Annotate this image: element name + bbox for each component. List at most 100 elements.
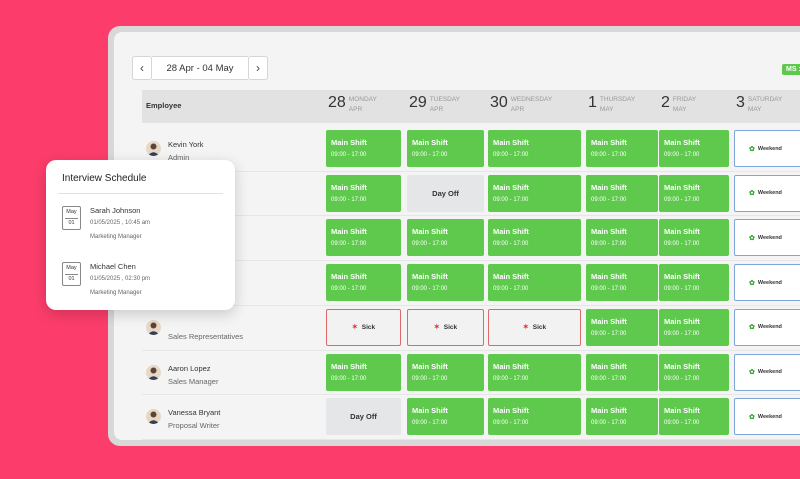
- shift-cell[interactable]: Main Shift 09:00 - 17:00: [326, 130, 401, 167]
- employee-row[interactable]: Sales Representatives: [142, 306, 332, 350]
- sick-label: Sick: [361, 323, 376, 331]
- shift-cell[interactable]: Main Shift 09:00 - 17:00: [586, 398, 658, 436]
- prev-week-button[interactable]: ‹: [132, 56, 152, 80]
- weekend-label: Weekend: [757, 369, 782, 375]
- day-name: FRIDAY: [672, 96, 697, 103]
- shift-cell[interactable]: Main Shift 09:00 - 17:00: [586, 264, 658, 302]
- shift-cell[interactable]: Main Shift 09:00 - 17:00: [659, 174, 729, 212]
- day-header-0: 28 MONDAY APR: [328, 94, 377, 115]
- shift-title: Main Shift: [331, 138, 367, 147]
- shift-time: 09:00 - 17:00: [331, 375, 367, 382]
- date-navigator: ‹ 28 Apr - 04 May ›: [132, 56, 268, 80]
- day-name: TUESDAY: [429, 96, 461, 103]
- weekend-cell[interactable]: ✿ Weekend: [734, 353, 800, 391]
- shift-title: Main Shift: [493, 272, 529, 282]
- shift-title: Main Shift: [591, 361, 627, 371]
- interview-item[interactable]: May 01 Michael Chen 01/05/2025 , 02:30 p…: [62, 262, 232, 302]
- shift-time: 09:00 - 17:00: [493, 196, 529, 203]
- interviewee-name: Sarah Johnson: [90, 206, 141, 215]
- shift-cell[interactable]: Main Shift 09:00 - 17:00: [586, 130, 658, 167]
- day-month: APR: [348, 106, 363, 113]
- shift-cell[interactable]: Main Shift 09:00 - 17:00: [488, 219, 581, 257]
- sick-cell[interactable]: ✶ Sick: [488, 308, 581, 346]
- shift-cell[interactable]: Main Shift 09:00 - 17:00: [659, 308, 729, 346]
- employee-row[interactable]: Vanessa Bryant Proposal Writer: [142, 395, 332, 439]
- shift-title: Main Shift: [664, 361, 700, 371]
- leaf-icon: ✿: [749, 324, 755, 332]
- sick-cell[interactable]: ✶ Sick: [407, 308, 484, 346]
- day-off-cell[interactable]: Day Off: [407, 174, 484, 212]
- interview-role: Marketing Manager: [90, 290, 142, 296]
- weekend-cell[interactable]: ✿ Weekend: [734, 130, 800, 167]
- shift-cell[interactable]: Main Shift 09:00 - 17:00: [659, 264, 729, 302]
- day-month: MAY: [672, 106, 687, 113]
- shift-title: Main Shift: [591, 182, 627, 192]
- day-off-cell[interactable]: Day Off: [326, 398, 401, 436]
- shift-time: 09:00 - 17:00: [412, 420, 448, 427]
- day-month: MAY: [599, 106, 614, 113]
- day-month: APR: [510, 106, 525, 113]
- shift-time: 09:00 - 17:00: [591, 241, 627, 248]
- shift-cell[interactable]: Main Shift 09:00 - 17:00: [586, 353, 658, 391]
- weekend-cell[interactable]: ✿ Weekend: [734, 398, 800, 436]
- shift-cell[interactable]: Main Shift 09:00 - 17:00: [407, 353, 484, 391]
- weekend-cell[interactable]: ✿ Weekend: [734, 308, 800, 346]
- weekend-cell[interactable]: ✿ Weekend: [734, 174, 800, 212]
- avatar: [146, 319, 161, 335]
- shift-cell[interactable]: Main Shift 09:00 - 17:00: [407, 398, 484, 436]
- shift-time: 09:00 - 17:00: [412, 375, 448, 382]
- shift-title: Main Shift: [493, 406, 529, 416]
- shift-cell[interactable]: Main Shift 09:00 - 17:00: [407, 219, 484, 257]
- shift-time: 09:00 - 17:00: [331, 196, 367, 203]
- shift-cell[interactable]: Main Shift 09:00 - 17:00: [586, 308, 658, 346]
- shift-title: Main Shift: [331, 227, 367, 237]
- shift-title: Main Shift: [664, 138, 700, 147]
- shift-title: Main Shift: [412, 138, 448, 147]
- ms-badge[interactable]: MS : M: [782, 64, 800, 75]
- shift-cell[interactable]: Main Shift 09:00 - 17:00: [659, 353, 729, 391]
- shift-cell[interactable]: Main Shift 09:00 - 17:00: [659, 130, 729, 167]
- shift-cell[interactable]: Main Shift 09:00 - 17:00: [659, 398, 729, 436]
- shift-cell[interactable]: Main Shift 09:00 - 17:00: [586, 219, 658, 257]
- shift-cell[interactable]: Main Shift 09:00 - 17:00: [488, 353, 581, 391]
- leaf-icon: ✿: [749, 234, 755, 242]
- calendar-icon: May 01: [62, 206, 81, 230]
- weekend-cell[interactable]: ✿ Weekend: [734, 264, 800, 302]
- day-name: MONDAY: [348, 96, 377, 103]
- shift-cell[interactable]: Main Shift 09:00 - 17:00: [586, 174, 658, 212]
- day-header-5: 3 SATURDAY MAY: [736, 94, 782, 115]
- shift-title: Main Shift: [412, 406, 448, 416]
- weekend-cell[interactable]: ✿ Weekend: [734, 219, 800, 257]
- weekend-label: Weekend: [757, 234, 782, 241]
- shift-cell[interactable]: Main Shift 09:00 - 17:00: [407, 130, 484, 167]
- shift-cell[interactable]: Main Shift 09:00 - 17:00: [326, 219, 401, 257]
- shift-cell[interactable]: Main Shift 09:00 - 17:00: [488, 264, 581, 302]
- shift-cell[interactable]: Main Shift 09:00 - 17:00: [659, 219, 729, 257]
- shift-time: 09:00 - 17:00: [664, 196, 700, 203]
- weekend-label: Weekend: [757, 324, 782, 331]
- shift-time: 09:00 - 17:00: [591, 196, 627, 203]
- pill-icon: ✶: [522, 324, 529, 332]
- shift-cell[interactable]: Main Shift 09:00 - 17:00: [326, 264, 401, 302]
- shift-title: Main Shift: [493, 138, 529, 147]
- shift-title: Main Shift: [664, 406, 700, 416]
- shift-cell[interactable]: Main Shift 09:00 - 17:00: [407, 264, 484, 302]
- shift-cell[interactable]: Main Shift 09:00 - 17:00: [488, 130, 581, 167]
- shift-cell[interactable]: Main Shift 09:00 - 17:00: [326, 174, 401, 212]
- interview-datetime: 01/05/2025 , 10:45 am: [90, 220, 151, 226]
- shift-cell[interactable]: Main Shift 09:00 - 17:00: [488, 174, 581, 212]
- day-name: THURSDAY: [599, 96, 636, 103]
- shift-cell[interactable]: Main Shift 09:00 - 17:00: [488, 398, 581, 436]
- pill-icon: ✶: [351, 324, 358, 332]
- shift-title: Main Shift: [331, 272, 367, 282]
- employee-role: Sales Manager: [168, 376, 219, 386]
- day-number: 30: [490, 94, 508, 111]
- shift-title: Main Shift: [664, 316, 700, 326]
- employee-name: Vanessa Bryant: [168, 408, 221, 418]
- date-range-label[interactable]: 28 Apr - 04 May: [152, 56, 248, 80]
- sick-cell[interactable]: ✶ Sick: [326, 308, 401, 346]
- interview-item[interactable]: May 01 Sarah Johnson 01/05/2025 , 10:45 …: [62, 206, 232, 246]
- employee-row[interactable]: Aaron Lopez Sales Manager: [142, 351, 332, 395]
- shift-cell[interactable]: Main Shift 09:00 - 17:00: [326, 353, 401, 391]
- next-week-button[interactable]: ›: [248, 56, 268, 80]
